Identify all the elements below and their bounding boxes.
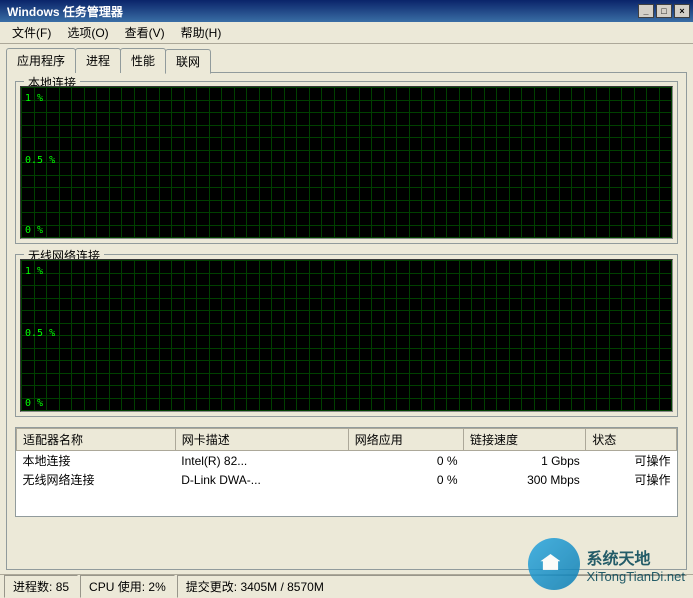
label: 提交更改: xyxy=(186,580,237,594)
tab-networking[interactable]: 联网 xyxy=(165,49,211,74)
cell: 可操作 xyxy=(586,451,677,471)
tab-processes[interactable]: 进程 xyxy=(75,48,121,73)
value: 85 xyxy=(56,580,69,594)
cell: Intel(R) 82... xyxy=(175,451,348,471)
titlebar: Windows 任务管理器 _ □ × xyxy=(0,0,693,22)
cell: 1 Gbps xyxy=(464,451,586,471)
ytick: 1 % xyxy=(25,93,43,104)
menu-view[interactable]: 查看(V) xyxy=(117,22,173,43)
cell: 本地连接 xyxy=(17,451,176,471)
graph-local: 1 % 0.5 % 0 % xyxy=(20,86,673,239)
value: 2% xyxy=(148,580,165,594)
col-state[interactable]: 状态 xyxy=(586,429,677,451)
table-row[interactable]: 无线网络连接 D-Link DWA-... 0 % 300 Mbps 可操作 xyxy=(17,470,677,489)
label: 进程数: xyxy=(13,580,52,594)
menu-options[interactable]: 选项(O) xyxy=(59,22,116,43)
tab-panel-networking: 本地连接 1 % 0.5 % 0 % 无线网络连接 1 % 0.5 % 0 % xyxy=(6,72,687,570)
menubar: 文件(F) 选项(O) 查看(V) 帮助(H) xyxy=(0,22,693,44)
watermark-en: XiTongTianDi.net xyxy=(586,569,685,584)
ytick: 0 % xyxy=(25,225,43,236)
cell: 300 Mbps xyxy=(464,470,586,489)
graph-group-wireless: 无线网络连接 1 % 0.5 % 0 % xyxy=(15,254,678,417)
tab-performance[interactable]: 性能 xyxy=(120,48,166,73)
watermark-cn: 系统天地 xyxy=(586,545,685,569)
window-controls: _ □ × xyxy=(638,4,690,18)
status-cpu: CPU 使用: 2% xyxy=(80,575,175,598)
col-link-speed[interactable]: 链接速度 xyxy=(464,429,586,451)
ytick: 0 % xyxy=(25,398,43,409)
adapter-table-wrap: 适配器名称 网卡描述 网络应用 链接速度 状态 本地连接 Intel(R) 82… xyxy=(15,427,678,517)
adapter-table: 适配器名称 网卡描述 网络应用 链接速度 状态 本地连接 Intel(R) 82… xyxy=(16,428,677,489)
ytick: 0.5 % xyxy=(25,155,55,166)
table-header-row: 适配器名称 网卡描述 网络应用 链接速度 状态 xyxy=(17,429,677,451)
cell: 0 % xyxy=(348,451,463,471)
tab-applications[interactable]: 应用程序 xyxy=(6,48,76,73)
col-utilization[interactable]: 网络应用 xyxy=(348,429,463,451)
watermark-logo-icon xyxy=(528,538,580,590)
status-processes: 进程数: 85 xyxy=(4,575,78,598)
col-adapter-name[interactable]: 适配器名称 xyxy=(17,429,176,451)
menu-help[interactable]: 帮助(H) xyxy=(173,22,230,43)
cell: D-Link DWA-... xyxy=(175,470,348,489)
cell: 可操作 xyxy=(586,470,677,489)
graph-wireless: 1 % 0.5 % 0 % xyxy=(20,259,673,412)
ytick: 0.5 % xyxy=(25,328,55,339)
content-area: 应用程序 进程 性能 联网 本地连接 1 % 0.5 % 0 % 无线网络连接 … xyxy=(0,44,693,574)
maximize-button[interactable]: □ xyxy=(656,4,672,18)
watermark: 系统天地 XiTongTianDi.net xyxy=(528,538,685,590)
tab-bar: 应用程序 进程 性能 联网 xyxy=(6,48,687,73)
value: 3405M / 8570M xyxy=(240,580,323,594)
label: CPU 使用: xyxy=(89,580,145,594)
cell: 0 % xyxy=(348,470,463,489)
graph-group-local: 本地连接 1 % 0.5 % 0 % xyxy=(15,81,678,244)
ytick: 1 % xyxy=(25,266,43,277)
cell: 无线网络连接 xyxy=(17,470,176,489)
menu-file[interactable]: 文件(F) xyxy=(4,22,59,43)
table-row[interactable]: 本地连接 Intel(R) 82... 0 % 1 Gbps 可操作 xyxy=(17,451,677,471)
window-title: Windows 任务管理器 xyxy=(3,3,638,20)
col-description[interactable]: 网卡描述 xyxy=(175,429,348,451)
close-button[interactable]: × xyxy=(674,4,690,18)
minimize-button[interactable]: _ xyxy=(638,4,654,18)
watermark-text: 系统天地 XiTongTianDi.net xyxy=(586,545,685,584)
